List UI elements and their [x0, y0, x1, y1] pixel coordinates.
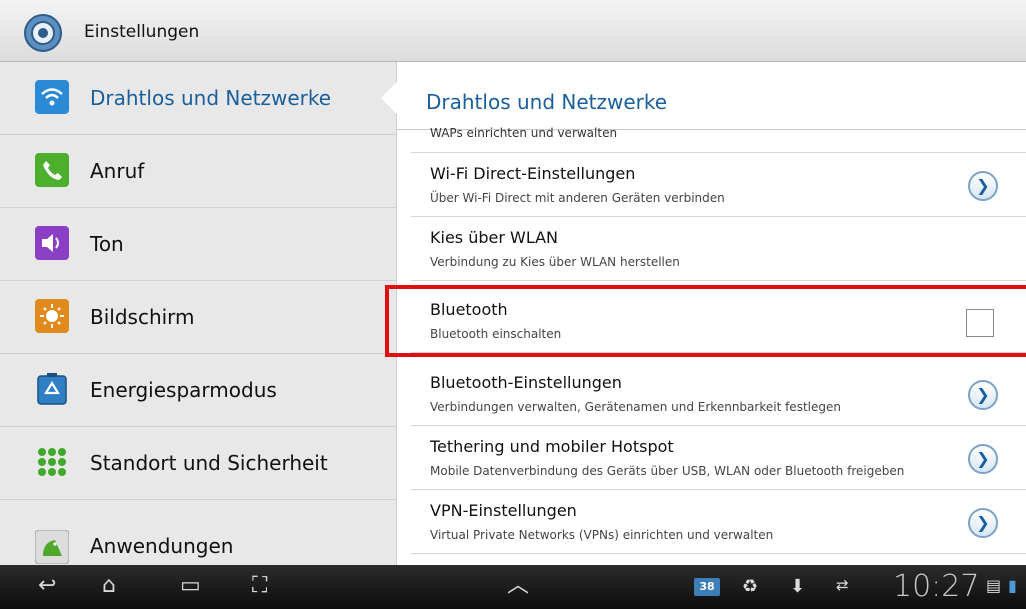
chevron-right-icon[interactable]: ❯: [968, 171, 998, 201]
sidebar-item-applications[interactable]: Anwendungen: [0, 500, 396, 565]
sidebar-item-label: Anwendungen: [90, 534, 234, 558]
settings-row-waps[interactable]: WAPs einrichten und verwalten: [411, 126, 1026, 153]
sidebar-item-power-saving[interactable]: Energiesparmodus: [0, 354, 396, 427]
battery-icon: ▮: [1008, 576, 1017, 595]
phone-icon: [35, 153, 69, 187]
app-title: Einstellungen: [84, 22, 200, 42]
download-icon[interactable]: ⬇: [790, 576, 805, 597]
settings-row-tethering[interactable]: Tethering und mobiler Hotspot Mobile Dat…: [411, 426, 1026, 490]
brightness-icon: [35, 299, 69, 333]
sidebar-item-label: Bildschirm: [90, 305, 195, 329]
clock: 10:27: [893, 569, 980, 604]
android-icon: [35, 530, 69, 564]
chevron-right-icon[interactable]: ❯: [968, 380, 998, 410]
chevron-up-icon[interactable]: ︿: [507, 575, 529, 597]
row-title: Tethering und mobiler Hotspot: [430, 437, 674, 456]
sidebar-item-display[interactable]: Bildschirm: [0, 281, 396, 354]
row-title: Bluetooth-Einstellungen: [430, 373, 622, 392]
sync-icon[interactable]: ⇄: [836, 576, 849, 594]
sidebar-item-label: Drahtlos und Netzwerke: [90, 86, 332, 110]
chevron-right-icon[interactable]: ❯: [968, 508, 998, 538]
highlight-box: [385, 285, 1026, 357]
row-subtitle: Verbindung zu Kies über WLAN herstellen: [430, 255, 680, 269]
page-title: Drahtlos und Netzwerke: [426, 90, 668, 114]
wifi-icon: [35, 80, 69, 114]
sidebar-item-label: Ton: [90, 232, 124, 256]
sidebar-item-label: Standort und Sicherheit: [90, 451, 328, 475]
sidebar-item-label: Energiesparmodus: [90, 378, 277, 402]
settings-row-bluetooth-settings[interactable]: Bluetooth-Einstellungen Verbindungen ver…: [411, 362, 1026, 426]
recent-apps-icon[interactable]: ▭: [180, 575, 201, 597]
row-subtitle: Verbindungen verwalten, Gerätenamen und …: [430, 400, 841, 414]
settings-gear-icon[interactable]: [22, 12, 64, 54]
speaker-icon: [35, 226, 69, 260]
signal-icon: ▤: [986, 576, 1002, 595]
chevron-right-icon[interactable]: ❯: [968, 444, 998, 474]
recycle-battery-icon: [37, 373, 67, 405]
recycle-icon[interactable]: ♻: [742, 576, 758, 597]
sidebar-item-call[interactable]: Anruf: [0, 135, 396, 208]
row-subtitle: Über Wi-Fi Direct mit anderen Geräten ve…: [430, 191, 725, 205]
sidebar-item-location-security[interactable]: Standort und Sicherheit: [0, 427, 396, 500]
selection-pointer: [381, 82, 397, 114]
sidebar-item-wireless[interactable]: Drahtlos und Netzwerke: [0, 62, 396, 135]
settings-row-wifi-direct[interactable]: Wi-Fi Direct-Einstellungen Über Wi-Fi Di…: [411, 153, 1026, 217]
system-bar: ↩ ⌂ ▭ ⛶ ︿ 38 ♻ ⬇ ⇄ 10:27 ▤ ▮: [0, 565, 1026, 609]
row-title: Wi-Fi Direct-Einstellungen: [430, 164, 636, 183]
title-bar: Einstellungen: [0, 0, 1026, 62]
row-title: Kies über WLAN: [430, 228, 559, 247]
row-title: WAPs einrichten und verwalten: [430, 126, 618, 140]
calendar-icon[interactable]: 38: [694, 578, 720, 596]
row-title: VPN-Einstellungen: [430, 501, 577, 520]
screenshot-icon[interactable]: ⛶: [252, 575, 267, 597]
grid-dots-icon: [38, 448, 66, 476]
back-icon[interactable]: ↩: [38, 575, 56, 597]
settings-row-kies-wlan[interactable]: Kies über WLAN Verbindung zu Kies über W…: [411, 217, 1026, 281]
sidebar-item-label: Anruf: [90, 159, 145, 183]
settings-category-list: Drahtlos und Netzwerke Anruf Ton Bildsch…: [0, 62, 397, 565]
settings-row-vpn[interactable]: VPN-Einstellungen Virtual Private Networ…: [411, 490, 1026, 554]
row-subtitle: Virtual Private Networks (VPNs) einricht…: [430, 528, 774, 542]
row-subtitle: Mobile Datenverbindung des Geräts über U…: [430, 464, 905, 478]
home-icon[interactable]: ⌂: [102, 575, 116, 597]
detail-header: Drahtlos und Netzwerke: [397, 62, 1026, 130]
sidebar-item-sound[interactable]: Ton: [0, 208, 396, 281]
